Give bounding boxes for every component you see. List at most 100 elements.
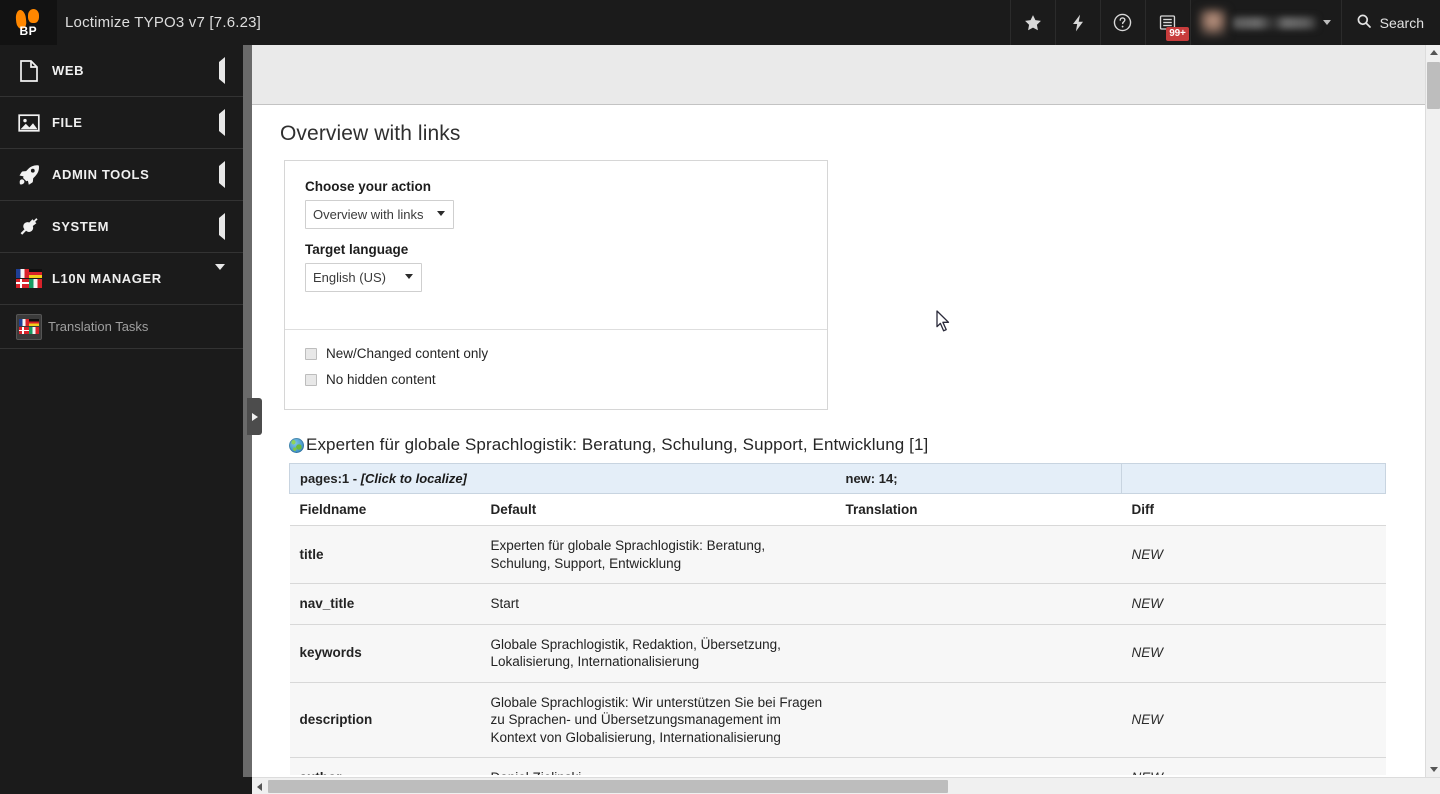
module-body: Overview with links Choose your action O… [252,45,1425,775]
logo-text: BP [19,23,38,38]
chevron-down-icon [1429,767,1438,772]
search-label: Search [1379,14,1424,31]
action-select-label: Choose your action [305,179,432,194]
cell-translation [835,525,1122,584]
sidebar-item-admin-tools[interactable]: ADMIN TOOLS [0,149,243,201]
column-header-default: Default [480,493,836,526]
sidebar-item-file[interactable]: FILE [0,97,243,149]
image-icon [10,112,48,134]
cell-diff: NEW [1121,583,1386,625]
summary-right-cell: new: 14; [835,463,1123,494]
table-row: author Daniel Zielinski NEW [289,757,1386,775]
checkbox-row-new-changed[interactable]: New/Changed content only [305,346,807,361]
cell-default: Experten für globale Sprachlogistik: Ber… [480,525,836,584]
doc-header [252,45,1425,105]
no-hidden-content-label: No hidden content [326,372,436,387]
systeminformation-button[interactable]: 99+ [1144,0,1190,45]
notification-badge: 99+ [1166,27,1189,41]
bookmark-button[interactable] [1009,0,1055,45]
checkbox-row-no-hidden[interactable]: No hidden content [305,372,807,387]
no-hidden-content-checkbox[interactable] [305,373,317,386]
sidebar-item-label: ADMIN TOOLS [52,167,150,182]
horizontal-scrollbar-thumb[interactable] [268,780,948,793]
chevron-left-icon [219,108,225,136]
action-select-wrap: Overview with links [305,200,454,242]
cell-diff: NEW [1121,757,1386,775]
help-button[interactable] [1099,0,1145,45]
cell-default: Daniel Zielinski [480,757,836,775]
sidebar-item-label: WEB [52,63,85,78]
mouse-cursor [936,310,952,339]
click-to-localize-link[interactable]: [Click to localize] [361,471,467,486]
cell-fieldname: description [289,682,481,758]
table-row: keywords Globale Sprachlogistik, Redakti… [289,624,1386,683]
chevron-up-icon [1429,50,1438,55]
summary-blank-cell [1121,463,1387,494]
chevron-left-icon [219,212,225,240]
cell-default: Globale Sprachlogistik, Redaktion, Übers… [480,624,836,683]
sidebar-item-translation-tasks[interactable]: Translation Tasks [0,305,243,349]
cell-default: Start [480,583,836,625]
cell-fieldname: keywords [289,624,481,683]
content-area: Overview with links Choose your action O… [252,105,1425,775]
rocket-icon [10,163,48,187]
cell-diff: NEW [1121,624,1386,683]
flags-icon [10,313,48,340]
table-row: nav_title Start NEW [289,583,1386,625]
app-title: Loctimize TYPO3 v7 [7.6.23] [65,14,262,31]
avatar [1198,8,1227,37]
table-row: title Experten für globale Sprachlogisti… [289,525,1386,584]
lightning-icon [1068,13,1088,33]
search-icon [1356,13,1372,32]
logo-area[interactable]: BP [0,0,57,45]
sidebar-item-label: FILE [52,115,83,130]
language-select-label: Target language [305,242,409,257]
new-changed-content-checkbox[interactable] [305,347,317,360]
cell-translation [835,624,1122,683]
horizontal-scrollbar[interactable] [252,777,1440,794]
summary-left-cell: pages:1 - [Click to localize] [288,463,836,494]
action-select[interactable]: Overview with links [305,200,454,229]
user-menu[interactable] [1189,0,1341,45]
action-panel-upper: Choose your action Overview with links T… [285,161,827,329]
language-select[interactable]: English (US) [305,263,422,292]
language-select-wrap: English (US) [305,263,422,305]
chevron-down-icon [1322,20,1331,25]
scroll-up-button[interactable] [1426,45,1440,60]
vertical-scrollbar[interactable] [1425,45,1440,777]
sidebar-item-label: SYSTEM [52,219,110,234]
bottom-left-corner [0,777,252,794]
sidebar: WEB FILE ADMIN TOOLS SYSTEM L10N MANAGER… [0,45,243,794]
globe-icon [289,437,304,453]
chevron-down-icon [215,263,225,288]
result-table: pages:1 - [Click to localize] new: 14; F… [288,463,1387,775]
column-header-diff: Diff [1121,493,1386,526]
chevron-right-icon [251,412,258,421]
table-header-row: Fieldname Default Translation Diff [289,493,1386,526]
cell-default: Globale Sprachlogistik: Wir unterstützen… [480,682,836,758]
page-title: Overview with links [280,122,461,145]
page-icon [10,59,48,83]
table-row: description Globale Sprachlogistik: Wir … [289,682,1386,758]
sidebar-collapse-handle[interactable] [247,398,262,435]
table-summary-row: pages:1 - [Click to localize] new: 14; [288,463,1387,494]
cell-translation [835,757,1122,775]
sidebar-item-system[interactable]: SYSTEM [0,201,243,253]
flash-button[interactable] [1054,0,1100,45]
vertical-scrollbar-thumb[interactable] [1427,62,1440,109]
action-panel: Choose your action Overview with links T… [284,160,828,410]
search-button[interactable]: Search [1340,0,1440,45]
scroll-down-button[interactable] [1426,762,1440,777]
star-icon [1023,13,1043,33]
sidebar-item-l10n-manager[interactable]: L10N MANAGER [0,253,243,305]
flags-icon [10,268,48,289]
chevron-left-icon [219,160,225,188]
sidebar-item-web[interactable]: WEB [0,45,243,97]
chevron-left-icon [219,56,225,84]
scroll-left-button[interactable] [252,778,267,794]
username-label [1232,16,1317,29]
result-heading: Experten für globale Sprachlogistik: Ber… [289,435,1425,455]
summary-pages-label: pages:1 - [300,471,361,486]
top-bar: BP Loctimize TYPO3 v7 [7.6.23] 99+ Searc… [0,0,1440,45]
cell-fieldname: author [289,757,481,775]
